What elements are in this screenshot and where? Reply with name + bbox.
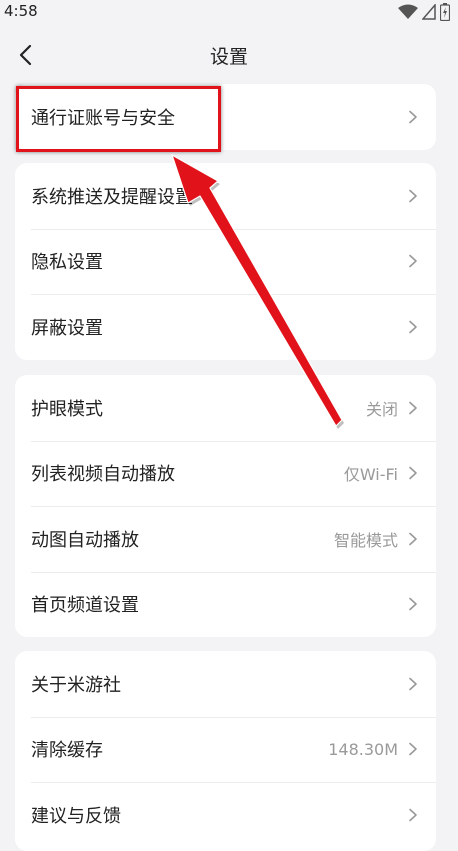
settings-item-label: 首页频道设置	[31, 595, 139, 617]
chevron-right-icon	[409, 677, 417, 691]
status-time: 4:58	[4, 2, 38, 20]
settings-item-label: 建议与反馈	[31, 805, 121, 827]
settings-item-value: 智能模式	[333, 530, 398, 550]
signal-icon	[422, 4, 436, 20]
settings-item-eye-care[interactable]: 护眼模式 关闭	[15, 375, 436, 441]
settings-group-display: 护眼模式 关闭 列表视频自动播放 仅Wi-Fi 动图自动播放 智能模式 首页频道…	[15, 375, 436, 637]
top-bar: 设置	[0, 30, 458, 80]
settings-item-value: 关闭	[365, 399, 398, 419]
chevron-right-icon	[409, 254, 417, 268]
settings-item-label: 关于米游社	[31, 674, 121, 696]
settings-item-clear-cache[interactable]: 清除缓存 148.30M	[15, 716, 436, 783]
settings-item-privacy[interactable]: 隐私设置	[15, 228, 436, 295]
status-icons	[398, 3, 450, 21]
chevron-right-icon	[409, 401, 417, 415]
settings-item-block[interactable]: 屏蔽设置	[15, 294, 436, 360]
chevron-right-icon	[409, 466, 417, 480]
settings-item-label: 系统推送及提醒设置	[31, 186, 193, 208]
settings-item-push-reminders[interactable]: 系统推送及提醒设置	[15, 163, 436, 229]
settings-item-feedback[interactable]: 建议与反馈	[15, 782, 436, 848]
chevron-right-icon	[409, 110, 417, 124]
settings-item-label: 列表视频自动播放	[31, 464, 175, 486]
chevron-right-icon	[409, 189, 417, 203]
settings-group-notifications: 系统推送及提醒设置 隐私设置 屏蔽设置	[15, 163, 436, 360]
chevron-right-icon	[409, 320, 417, 334]
settings-item-about[interactable]: 关于米游社	[15, 651, 436, 717]
annotation-highlight-box	[16, 86, 221, 152]
settings-group-about: 关于米游社 清除缓存 148.30M 建议与反馈	[15, 651, 436, 851]
settings-item-gif-autoplay[interactable]: 动图自动播放 智能模式	[15, 506, 436, 572]
status-bar: 4:58	[0, 0, 458, 26]
chevron-right-icon	[409, 597, 417, 611]
chevron-right-icon	[409, 532, 417, 546]
battery-icon	[440, 3, 450, 21]
settings-item-value: 148.30M	[328, 739, 398, 759]
page-title: 设置	[209, 46, 248, 68]
chevron-right-icon	[409, 742, 417, 756]
settings-item-video-autoplay[interactable]: 列表视频自动播放 仅Wi-Fi	[15, 440, 436, 507]
settings-item-home-channels[interactable]: 首页频道设置	[15, 571, 436, 638]
settings-item-label: 隐私设置	[31, 252, 103, 274]
settings-item-label: 屏蔽设置	[31, 317, 103, 339]
settings-item-value: 仅Wi-Fi	[343, 465, 398, 485]
settings-item-label: 护眼模式	[31, 398, 103, 420]
settings-item-label: 清除缓存	[31, 740, 103, 762]
settings-item-label: 动图自动播放	[31, 529, 139, 551]
wifi-icon	[398, 4, 418, 19]
